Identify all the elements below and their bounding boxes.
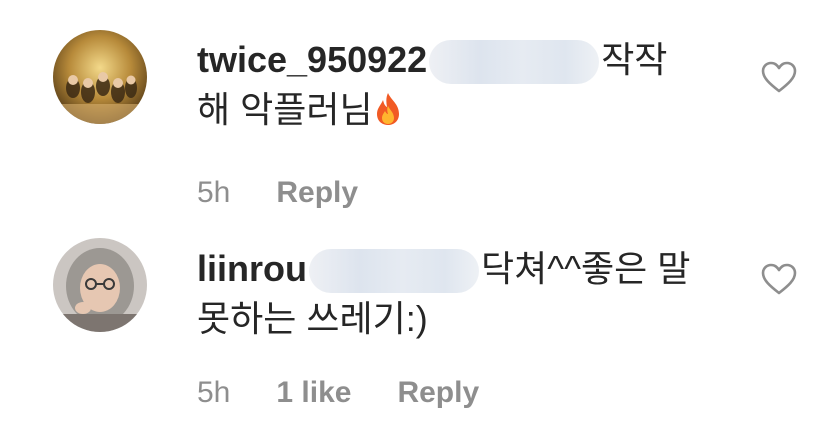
like-heart-icon[interactable] [760,60,798,94]
comment-text-line2: 해 악플러님 [197,89,373,130]
comment-text-line1: 닥쳐^^좋은 말 [481,248,691,289]
likes-count[interactable]: 1 like [276,376,351,410]
username[interactable]: twice_950922 [197,39,427,80]
comment-text: liinrou 닥쳐^^좋은 말 못하는 쓰레기:) [197,244,717,344]
redacted-mention [429,40,600,85]
comment-text: twice_950922 작작 해 악플러님 [197,35,717,139]
avatar-image [53,238,147,332]
like-heart-icon[interactable] [760,262,798,296]
avatar[interactable] [53,30,147,124]
timestamp: 5h [197,176,231,209]
comment-1: twice_950922 작작 해 악플러님 5h Reply [0,0,814,222]
reply-button[interactable]: Reply [397,376,479,410]
avatar-image [53,30,147,124]
comment-meta: 5h Reply [197,176,358,210]
fire-icon [373,89,403,139]
comment-text-line2: 못하는 쓰레기:) [197,298,428,339]
reply-button[interactable]: Reply [276,176,358,210]
comment-text-line1: 작작 [601,39,668,80]
username[interactable]: liinrou [197,248,307,289]
timestamp: 5h [197,376,231,409]
comment-meta: 5h 1 like Reply [197,376,479,410]
comment-2: liinrou 닥쳐^^좋은 말 못하는 쓰레기:) 5h 1 like Repl… [0,222,814,434]
redacted-mention [309,249,479,294]
avatar[interactable] [53,238,147,332]
